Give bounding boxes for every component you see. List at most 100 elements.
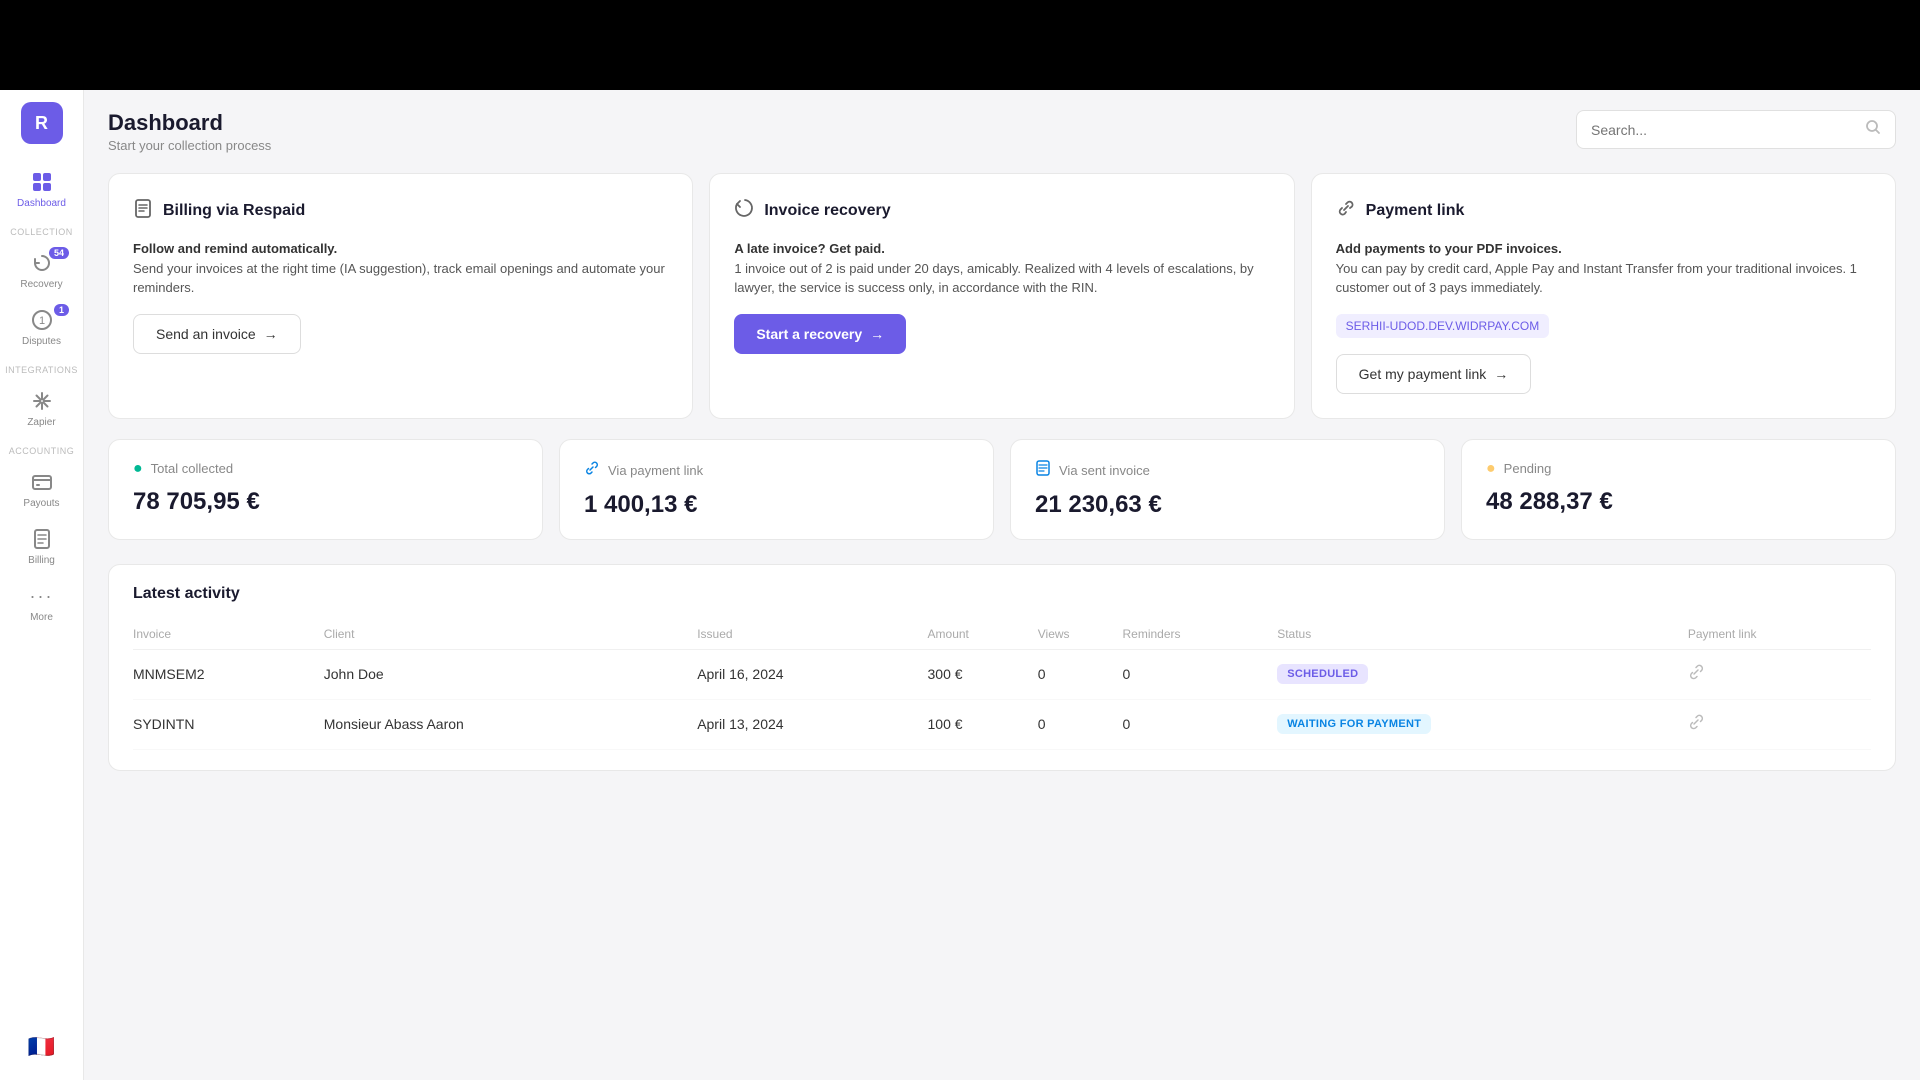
payouts-icon [28, 468, 56, 496]
sidebar-item-zapier[interactable]: Zapier [0, 379, 83, 436]
sidebar-item-recovery-label: Recovery [20, 279, 62, 290]
page-subtitle: Start your collection process [108, 138, 271, 153]
billing-icon [28, 525, 56, 553]
amount: 100 € [928, 699, 1038, 749]
sidebar-item-dashboard[interactable]: Dashboard [0, 160, 83, 217]
content-header: Dashboard Start your collection process [108, 110, 1896, 153]
stat-total-collected: ● Total collected 78 705,95 € [108, 439, 543, 540]
sidebar-item-billing[interactable]: Billing [0, 517, 83, 574]
col-views: Views [1038, 619, 1123, 650]
activity-title: Latest activity [133, 585, 1871, 603]
language-flag[interactable]: 🇫🇷 [28, 1034, 55, 1060]
payment-link-icon[interactable] [1688, 667, 1704, 684]
recovery-card-description: A late invoice? Get paid. 1 invoice out … [734, 239, 1269, 298]
views: 0 [1038, 699, 1123, 749]
recovery-card-header: Invoice recovery [734, 198, 1269, 223]
views: 0 [1038, 649, 1123, 699]
recovery-card-icon [734, 198, 754, 223]
invoice-id: MNMSEM2 [133, 649, 324, 699]
payment-link-card: Payment link Add payments to your PDF in… [1311, 173, 1896, 419]
amount: 300 € [928, 649, 1038, 699]
billing-card-header: Billing via Respaid [133, 198, 668, 223]
billing-card-description: Follow and remind automatically. Send yo… [133, 239, 668, 298]
stat-via-payment-link: Via payment link 1 400,13 € [559, 439, 994, 540]
activity-table-header-row: Invoice Client Issued Amount Views Remin… [133, 619, 1871, 650]
sidebar-item-disputes[interactable]: 1 1 Disputes [0, 298, 83, 355]
pending-icon: ● [1486, 460, 1496, 478]
payment-link-icon[interactable] [1688, 717, 1704, 734]
arrow-right-icon: → [870, 326, 884, 342]
sidebar-section-accounting: ACCOUNTING [0, 446, 83, 456]
sent-invoice-stat-value: 21 230,63 € [1035, 491, 1420, 519]
send-invoice-button[interactable]: Send an invoice → [133, 314, 301, 354]
col-issued: Issued [697, 619, 927, 650]
payment-link-cell[interactable] [1688, 699, 1871, 749]
stat-pending-header: ● Pending [1486, 460, 1871, 478]
stat-pending: ● Pending 48 288,37 € [1461, 439, 1896, 540]
recovery-card-title: Invoice recovery [764, 202, 890, 220]
search-icon [1865, 119, 1881, 140]
payment-link-cell[interactable] [1688, 649, 1871, 699]
stat-total-collected-header: ● Total collected [133, 460, 518, 478]
payment-link-stat-icon [584, 460, 600, 481]
reminders: 0 [1123, 699, 1278, 749]
sent-invoice-stat-label: Via sent invoice [1059, 463, 1150, 478]
col-amount: Amount [928, 619, 1038, 650]
col-payment-link: Payment link [1688, 619, 1871, 650]
table-row: MNMSEM2 John Doe April 16, 2024 300 € 0 … [133, 649, 1871, 699]
col-client: Client [324, 619, 697, 650]
status: WAITING FOR PAYMENT [1277, 699, 1688, 749]
arrow-right-icon: → [1494, 366, 1508, 382]
start-recovery-button[interactable]: Start a recovery → [734, 314, 906, 354]
total-collected-value: 78 705,95 € [133, 488, 518, 516]
sidebar-item-billing-label: Billing [28, 555, 55, 566]
reminders: 0 [1123, 649, 1278, 699]
get-payment-link-button[interactable]: Get my payment link → [1336, 354, 1532, 394]
search-input[interactable] [1591, 122, 1857, 138]
page-title-group: Dashboard Start your collection process [108, 110, 271, 153]
status-badge: WAITING FOR PAYMENT [1277, 714, 1431, 734]
search-bar[interactable] [1576, 110, 1896, 149]
recovery-badge: 54 [49, 247, 69, 259]
svg-text:1: 1 [38, 315, 44, 327]
sidebar-section-integrations: INTEGRATIONS [0, 365, 83, 375]
disputes-icon: 1 [28, 306, 56, 334]
sidebar-item-dashboard-label: Dashboard [17, 198, 66, 209]
issued-date: April 13, 2024 [697, 699, 927, 749]
total-collected-label: Total collected [151, 461, 233, 476]
client-name: John Doe [324, 649, 697, 699]
status-badge: SCHEDULED [1277, 664, 1368, 684]
col-reminders: Reminders [1123, 619, 1278, 650]
payment-link-stat-label: Via payment link [608, 463, 703, 478]
activity-section: Latest activity Invoice Client Issued Am… [108, 564, 1896, 771]
sent-invoice-icon [1035, 460, 1051, 481]
invoice-id: SYDINTN [133, 699, 324, 749]
disputes-badge: 1 [54, 304, 69, 316]
billing-card-title: Billing via Respaid [163, 202, 305, 220]
payment-link-card-header: Payment link [1336, 198, 1871, 223]
page-title: Dashboard [108, 110, 271, 136]
billing-card-icon [133, 198, 153, 223]
stat-payment-link-header: Via payment link [584, 460, 969, 481]
payment-link-card-description: Add payments to your PDF invoices. You c… [1336, 239, 1871, 298]
issued-date: April 16, 2024 [697, 649, 927, 699]
payment-link-stat-value: 1 400,13 € [584, 491, 969, 519]
sidebar-item-recovery[interactable]: 54 Recovery [0, 241, 83, 298]
more-icon: ··· [28, 582, 56, 610]
app-logo[interactable]: R [21, 102, 63, 144]
stat-sent-invoice-header: Via sent invoice [1035, 460, 1420, 481]
col-status: Status [1277, 619, 1688, 650]
main-content: Dashboard Start your collection process [84, 90, 1920, 1080]
sidebar-item-payouts[interactable]: Payouts [0, 460, 83, 517]
col-invoice: Invoice [133, 619, 324, 650]
payment-link-url: SERHII-UDOD.DEV.WIDRPAY.COM [1336, 314, 1550, 338]
client-name: Monsieur Abass Aaron [324, 699, 697, 749]
sidebar-item-payouts-label: Payouts [23, 498, 59, 509]
sidebar-item-disputes-label: Disputes [22, 336, 61, 347]
cards-row: Billing via Respaid Follow and remind au… [108, 173, 1896, 419]
table-row: SYDINTN Monsieur Abass Aaron April 13, 2… [133, 699, 1871, 749]
payment-link-card-icon [1336, 198, 1356, 223]
stats-row: ● Total collected 78 705,95 € Via p [108, 439, 1896, 540]
total-collected-icon: ● [133, 460, 143, 478]
sidebar-item-more[interactable]: ··· More [0, 574, 83, 631]
